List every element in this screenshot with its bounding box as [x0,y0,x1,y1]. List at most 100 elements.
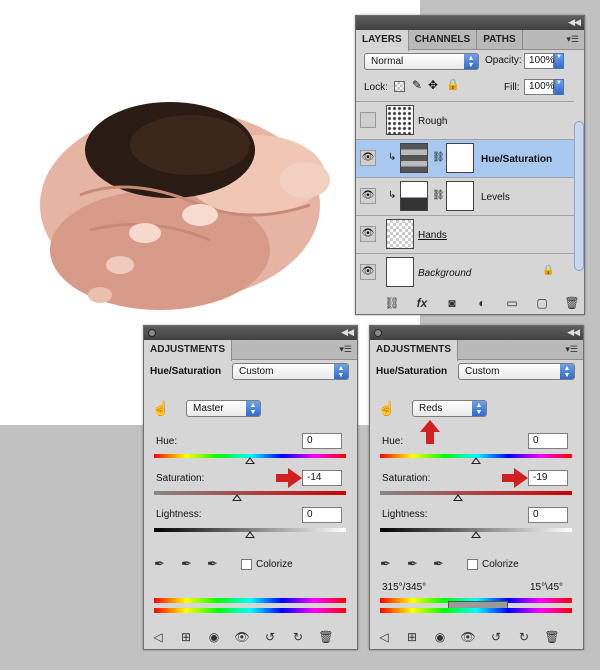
adjust-titlebar[interactable]: ◀◀ [144,326,357,340]
collapse-icon[interactable]: ◀◀ [568,17,581,28]
saturation-field[interactable]: -14 [302,470,342,486]
hue-slider-handle[interactable] [245,457,255,464]
panel-menu-icon[interactable]: ▾☰ [339,344,352,355]
view-previous-icon[interactable]: ↺ [262,630,278,644]
chain-link-icon: ⛓ [432,152,445,163]
collapse-icon[interactable]: ◀◀ [341,327,354,338]
fill-stepper[interactable]: ▼ [554,79,564,95]
eyedropper-icon[interactable]: ✒ [380,556,391,572]
eyedropper-minus-icon[interactable]: ✒ [207,556,218,572]
group-icon[interactable]: ▭ [504,296,520,310]
hue-field[interactable]: 0 [528,433,568,449]
channel-select[interactable]: Master ▲ ▼ [186,400,261,417]
eyedropper-plus-icon[interactable]: ✒ [407,556,418,572]
lightness-slider-handle[interactable] [471,531,481,538]
blend-mode-select[interactable]: Normal ▲ ▼ [364,53,479,70]
expand-view-icon[interactable]: ⊞ [404,630,420,644]
lock-transparency-icon[interactable] [394,81,405,92]
targeted-adjust-hand-icon[interactable]: ☝ [152,400,169,417]
saturation-slider-handle[interactable] [453,494,463,501]
lock-move-icon[interactable]: ✥ [428,78,438,92]
layer-row-hands[interactable]: 👁 Hands [356,215,574,253]
lock-all-icon[interactable]: 🔒 [446,78,460,91]
chevron-updown-icon: ▲ ▼ [472,401,486,416]
collapse-icon[interactable]: ◀◀ [567,327,580,338]
close-icon[interactable] [374,329,382,337]
eyedropper-minus-icon[interactable]: ✒ [433,556,444,572]
layers-titlebar[interactable]: ◀◀ [356,16,584,30]
mask-icon[interactable]: ◙ [444,296,460,310]
channel-select[interactable]: Reds ▲ ▼ [412,400,487,417]
lightness-field[interactable]: 0 [528,507,568,523]
layer-row-background[interactable]: 👁 Background 🔒 [356,253,574,291]
adjustment-icon[interactable]: ◐ [474,296,490,310]
colorize-label: Colorize [482,559,519,570]
panel-menu-icon[interactable]: ▾☰ [565,344,578,355]
layer-row-hue-saturation[interactable]: 👁 ↳ ⛓ Hue/Saturation [356,139,574,177]
red-arrow-up-stem [426,430,434,444]
panel-menu-icon[interactable]: ▾☰ [566,34,579,45]
link-icon[interactable]: ⛓ [384,296,400,310]
opacity-stepper[interactable]: ▼ [554,53,564,69]
saturation-slider-track[interactable] [380,491,572,495]
new-layer-icon[interactable]: ▢ [534,296,550,310]
targeted-adjust-hand-icon[interactable]: ☝ [378,400,395,417]
layer-row-levels[interactable]: 👁 ↳ ⛓ Levels [356,177,574,215]
eyedropper-icon[interactable]: ✒ [154,556,165,572]
fx-icon[interactable]: fx [414,296,430,310]
trash-icon[interactable]: 🗑 [544,630,560,644]
layer-name-background: Background [418,268,472,279]
reset-icon[interactable]: ↻ [290,630,306,644]
expand-view-icon[interactable]: ⊞ [178,630,194,644]
tab-adjustments[interactable]: ADJUSTMENTS [144,340,233,361]
eye-icon[interactable]: 👁 [360,188,376,204]
eye-icon[interactable]: 👁 [460,630,476,644]
trash-icon[interactable]: 🗑 [318,630,334,644]
layer-name-hue-saturation: Hue/Saturation [481,154,553,165]
reset-icon[interactable]: ↻ [516,630,532,644]
eye-icon[interactable]: 👁 [360,264,376,280]
colorize-checkbox[interactable] [241,559,252,570]
fill-field[interactable]: 100% [524,79,555,95]
close-icon[interactable] [148,329,156,337]
view-previous-icon[interactable]: ↺ [488,630,504,644]
back-arrow-icon[interactable]: ◁ [376,630,392,644]
adjustments-panel-right: ◀◀ ADJUSTMENTS ▾☰ Hue/Saturation Custom … [369,325,584,650]
layers-bottom-toolbar: ⛓ fx ◙ ◐ ▭ ▢ 🗑 [384,296,580,310]
eyedropper-plus-icon[interactable]: ✒ [181,556,192,572]
layer-row-rough[interactable]: Rough [356,101,574,139]
eye-icon[interactable]: 👁 [234,630,250,644]
clip-layer-icon[interactable]: ◉ [206,630,222,644]
opacity-field[interactable]: 100% [524,53,555,69]
adjust-titlebar[interactable]: ◀◀ [370,326,583,340]
clip-layer-icon[interactable]: ◉ [432,630,448,644]
lightness-slider-handle[interactable] [245,531,255,538]
adjustments-panel-left: ◀◀ ADJUSTMENTS ▾☰ Hue/Saturation Custom … [143,325,358,650]
hue-field[interactable]: 0 [302,433,342,449]
tab-paths[interactable]: PATHS [477,30,523,49]
eye-icon[interactable]: 👁 [360,226,376,242]
adjust-tabbar: ADJUSTMENTS ▾☰ [370,340,583,361]
tab-adjustments[interactable]: ADJUSTMENTS [370,340,459,361]
preset-select[interactable]: Custom ▲ ▼ [232,363,349,380]
chevron-updown-icon: ▲ ▼ [560,364,574,379]
back-arrow-icon[interactable]: ◁ [150,630,166,644]
tab-channels[interactable]: CHANNELS [409,30,478,49]
colorize-checkbox[interactable] [467,559,478,570]
adjust-bottom-toolbar: ◁ ⊞ ◉ 👁 ↺ ↻ 🗑 [376,630,560,644]
hue-label: Hue: [382,436,404,447]
lock-brush-icon[interactable]: ✎ [412,78,422,92]
lightness-field[interactable]: 0 [302,507,342,523]
trash-icon[interactable]: 🗑 [564,296,580,310]
preset-select[interactable]: Custom ▲ ▼ [458,363,575,380]
visibility-toggle-off[interactable] [360,112,376,128]
eye-icon[interactable]: 👁 [360,150,376,166]
saturation-slider-track[interactable] [154,491,346,495]
layers-scrollbar[interactable] [574,121,584,271]
saturation-slider-handle[interactable] [232,494,242,501]
hue-slider-handle[interactable] [471,457,481,464]
tab-layers[interactable]: LAYERS [356,30,409,51]
lock-icon: 🔒 [542,265,555,276]
saturation-field[interactable]: -19 [528,470,568,486]
layer-mask-thumb [446,143,474,173]
